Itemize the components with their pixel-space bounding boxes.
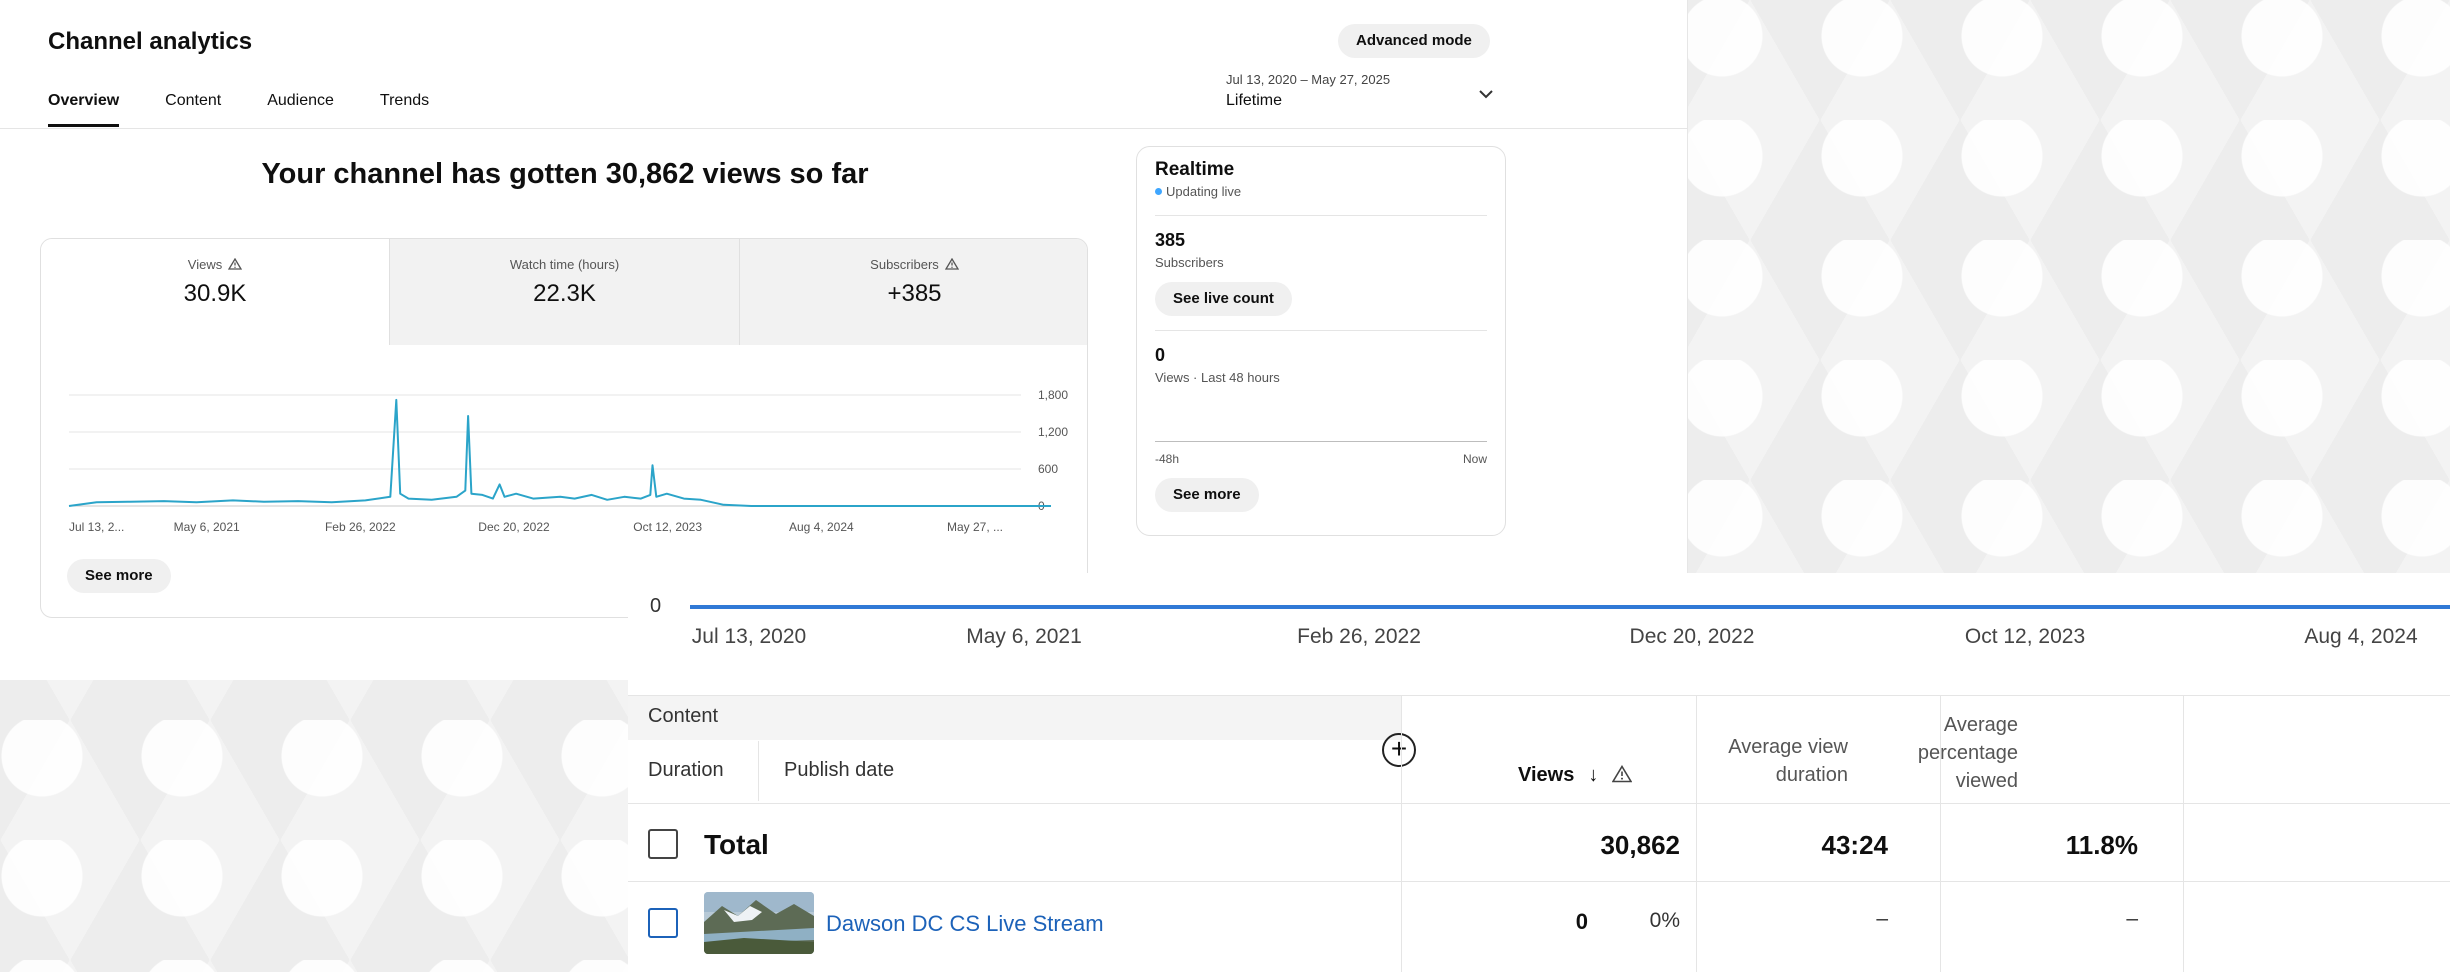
views-column-label: Views: [1518, 764, 1575, 786]
x-tick-label: Feb 26, 2022: [325, 520, 396, 534]
overview-chart-card: Views 30.9K Watch time (hours) 22.3K Sub…: [40, 238, 1088, 618]
header-separator: [758, 741, 759, 801]
overlay-x-tick: Oct 12, 2023: [1964, 625, 2086, 648]
video-title-link[interactable]: Dawson DC CS Live Stream: [826, 911, 1104, 937]
see-more-button[interactable]: See more: [67, 559, 171, 593]
realtime-sparkline: [1155, 441, 1487, 442]
total-row-checkbox[interactable]: [648, 829, 678, 859]
realtime-status-text: Updating live: [1166, 184, 1242, 199]
overlay-x-tick: Jul 13, 2020: [691, 625, 807, 648]
avg-percentage-viewed-column-header[interactable]: Average percentage viewed: [1878, 711, 2018, 795]
landscape-thumbnail-image: [704, 892, 814, 954]
views-headline: Your channel has gotten 30,862 views so …: [261, 158, 869, 190]
see-live-count-button[interactable]: See live count: [1155, 282, 1292, 316]
metric-views-value: 30.9K: [183, 280, 247, 307]
content-column-header[interactable]: Content: [648, 705, 718, 728]
advanced-mode-button[interactable]: Advanced mode: [1338, 24, 1490, 58]
x-tick-label: May 6, 2021: [174, 520, 240, 534]
realtime-axis: -48h Now: [1155, 452, 1487, 466]
video-views-value: 0: [1575, 909, 1588, 934]
realtime-card: Realtime Updating live 385 Subscribers S…: [1136, 146, 1506, 536]
tab-audience[interactable]: Audience: [267, 92, 334, 127]
video-thumbnail[interactable]: [704, 892, 814, 954]
overlay-series-line: [690, 605, 2450, 609]
metric-subscribers-label-row: Subscribers: [740, 257, 1087, 272]
x-tick-label: Oct 12, 2023: [633, 520, 702, 534]
date-range-picker[interactable]: Jul 13, 2020 – May 27, 2025 Lifetime: [1226, 72, 1496, 116]
chevron-down-icon: [1479, 90, 1493, 99]
total-avg-view-duration-value: 43:24: [1821, 830, 1889, 860]
add-column-icon[interactable]: +: [1382, 733, 1416, 767]
realtime-title: Realtime: [1155, 159, 1235, 180]
content-header-band: [628, 696, 1401, 740]
warning-icon: [944, 258, 959, 270]
overlay-x-tick: Dec 20, 2022: [1629, 625, 1755, 648]
x-tick-label: May 27, ...: [947, 520, 1003, 534]
metric-subscribers[interactable]: Subscribers +385: [739, 239, 1087, 345]
header-divider: [0, 128, 1688, 129]
metric-views-label-row: Views: [41, 257, 389, 272]
realtime-axis-start: -48h: [1155, 452, 1180, 466]
overlay-x-tick: Feb 26, 2022: [1297, 625, 1421, 648]
overlay-x-tick: Aug 4, 2024: [2304, 625, 2418, 648]
date-range-text: Jul 13, 2020 – May 27, 2025: [1226, 72, 1391, 87]
tab-overview[interactable]: Overview: [48, 92, 120, 127]
sort-arrow-icon: ↓: [1588, 764, 1599, 786]
divider: [1155, 215, 1487, 216]
total-avg-percentage-value: 11.8%: [2065, 830, 2138, 860]
x-tick-label: Jul 13, 2...: [69, 520, 124, 534]
content-table-overlay: 0 Jul 13, 2020 May 6, 2021 Feb 26, 2022 …: [628, 573, 2450, 972]
metric-subscribers-label: Subscribers: [870, 257, 939, 272]
date-range-label: Lifetime: [1226, 92, 1283, 109]
duration-column-header[interactable]: Duration: [648, 759, 724, 782]
overlay-x-tick: May 6, 2021: [966, 625, 1082, 648]
x-tick-label: Aug 4, 2024: [789, 520, 854, 534]
views-column-header[interactable]: Views ↓: [1518, 764, 1633, 787]
avg-view-duration-column-header[interactable]: Average view duration: [1668, 733, 1848, 789]
publish-date-column-header[interactable]: Publish date: [784, 759, 894, 782]
column-separator: [2183, 696, 2184, 972]
divider: [1155, 330, 1487, 331]
views-line-chart: 1,8001,2006000Jul 13, 2... May 6, 2021 Feb…: [68, 388, 1068, 534]
metric-views-label: Views: [187, 257, 223, 272]
realtime-views-label: Views · Last 48 hours: [1155, 370, 1280, 385]
metric-watch-time-value: 22.3K: [533, 280, 596, 307]
y-tick-label: 1,200: [1038, 425, 1068, 439]
tab-content[interactable]: Content: [165, 92, 221, 127]
video-views-percent: 0%: [1649, 909, 1680, 932]
realtime-subscribers-label: Subscribers: [1155, 255, 1224, 270]
total-row-label: Total: [704, 829, 769, 860]
metric-subscribers-value: +385: [887, 280, 942, 307]
page-title: Channel analytics: [48, 28, 253, 55]
live-dot-icon: [1155, 188, 1162, 195]
metric-watch-time-label: Watch time (hours): [509, 257, 620, 272]
x-tick-label: Dec 20, 2022: [478, 520, 550, 534]
row-divider: [628, 803, 2450, 804]
y-tick-label: 600: [1038, 462, 1058, 476]
warning-icon: [1612, 765, 1633, 783]
tab-trends[interactable]: Trends: [380, 92, 429, 127]
tab-bar: Overview Content Audience Trends: [48, 92, 429, 127]
metric-watch-time[interactable]: Watch time (hours) 22.3K: [389, 239, 739, 345]
video-row-checkbox[interactable]: [648, 908, 678, 938]
views-series-line: [68, 398, 1051, 507]
realtime-subscribers-value: 385: [1155, 230, 1186, 250]
realtime-see-more-button[interactable]: See more: [1155, 478, 1259, 512]
realtime-status: Updating live: [1155, 184, 1487, 199]
realtime-axis-end: Now: [1462, 452, 1487, 466]
warning-icon: [228, 258, 243, 270]
overlay-y-zero-label: 0: [650, 595, 662, 617]
y-tick-label: 1,800: [1038, 388, 1068, 402]
row-divider: [628, 881, 2450, 882]
video-avg-percentage-value: –: [2126, 907, 2138, 930]
metric-views[interactable]: Views 30.9K: [41, 239, 389, 345]
realtime-views-value: 0: [1155, 345, 1166, 365]
video-avg-view-duration-value: –: [1876, 907, 1888, 930]
total-views-value: 30,862: [1600, 830, 1680, 860]
column-separator: [1401, 696, 1402, 972]
